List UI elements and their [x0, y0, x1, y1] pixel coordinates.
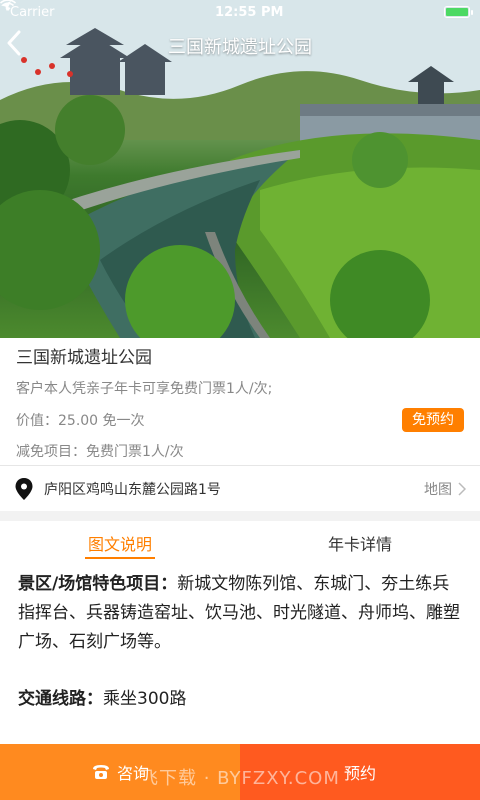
status-bar: Carrier 12:55 PM	[0, 0, 480, 24]
tab-description[interactable]: 图文说明	[0, 521, 240, 565]
carrier-label: Carrier	[10, 4, 55, 20]
tab-annual-card-details[interactable]: 年卡详情	[240, 521, 480, 565]
page-title: 三国新城遗址公园	[168, 37, 312, 58]
features-heading: 景区/场馆特色项目：	[18, 574, 178, 594]
book-label: 预约	[343, 764, 376, 783]
hero-image: Carrier 12:55 PM 三国新城遗址公园	[0, 0, 480, 338]
no-reservation-badge[interactable]: 免预约	[402, 408, 464, 432]
section-divider	[0, 511, 480, 521]
address-row[interactable]: 庐阳区鸡鸣山东麓公园路1号 地图	[0, 465, 480, 511]
description-content: 景区/场馆特色项目：新城文物陈列馆、东城门、夯土练兵指挥台、兵器铸造窑址、饮马池…	[0, 570, 480, 742]
back-button[interactable]	[6, 30, 42, 66]
transport-paragraph: 交通线路：乘坐300路	[18, 685, 462, 714]
discount-label: 减免项目：免费门票1人/次	[16, 444, 184, 460]
map-link[interactable]: 地图	[424, 479, 466, 499]
battery-icon	[444, 6, 473, 18]
watermark: 飞下载 · BYFZXY.COM	[140, 768, 340, 789]
location-pin-icon	[15, 477, 33, 500]
park-description: 客户本人凭亲子年卡可享免费门票1人/次;	[16, 381, 273, 397]
park-title: 三国新城遗址公园	[16, 348, 152, 368]
transport-text: 乘坐300路	[103, 689, 187, 709]
map-label: 地图	[424, 481, 452, 498]
chevron-right-icon	[458, 481, 466, 496]
telephone-icon	[92, 765, 109, 779]
price-label: 价值：25.00 免一次	[16, 413, 145, 429]
navigation-bar: 三国新城遗址公园	[0, 24, 480, 68]
clock: 12:55 PM	[215, 4, 284, 20]
address-text: 庐阳区鸡鸣山东麓公园路1号	[44, 481, 221, 498]
features-paragraph: 景区/场馆特色项目：新城文物陈列馆、东城门、夯土练兵指挥台、兵器铸造窑址、饮马池…	[18, 570, 462, 657]
location-arrow-icon	[1, 1, 11, 11]
transport-heading: 交通线路：	[18, 689, 103, 709]
park-info: 三国新城遗址公园 客户本人凭亲子年卡可享免费门票1人/次; 价值：25.00 免…	[0, 338, 480, 464]
chevron-left-icon	[7, 30, 21, 56]
tab-bar: 图文说明 年卡详情	[0, 521, 480, 565]
